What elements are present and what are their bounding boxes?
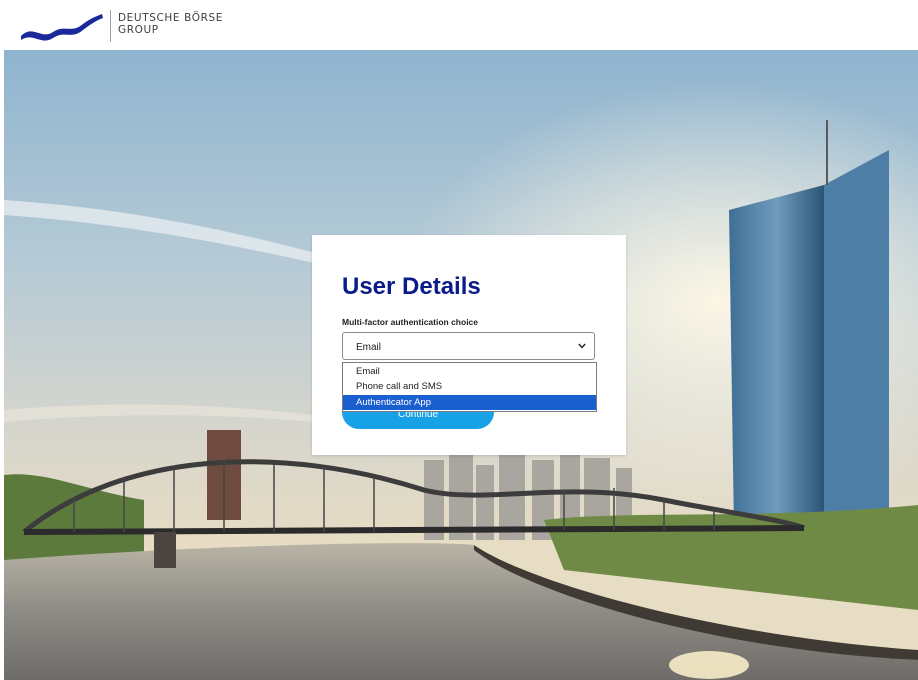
brand-name: DEUTSCHE BÖRSE GROUP [118, 12, 223, 36]
user-details-card: User Details Multi-factor authentication… [312, 235, 626, 455]
brand-line-2: GROUP [118, 24, 159, 36]
brand-line-1: DEUTSCHE BÖRSE [118, 12, 223, 24]
chevron-down-icon [578, 343, 586, 349]
option-email[interactable]: Email [343, 364, 596, 379]
mfa-selected-value: Email [356, 342, 382, 353]
option-authenticator-app[interactable]: Authenticator App [343, 395, 596, 410]
deutsche-boerse-logo-icon[interactable] [19, 10, 103, 44]
mfa-choice-label: Multi-factor authentication choice [342, 317, 479, 327]
mfa-choice-select[interactable]: Email [342, 332, 595, 360]
site-header: DEUTSCHE BÖRSE GROUP [0, 0, 918, 50]
logo-divider [110, 10, 111, 42]
option-phone-call-sms[interactable]: Phone call and SMS [343, 379, 596, 394]
page-title: User Details [342, 273, 481, 300]
mfa-options-dropdown: Email Phone call and SMS Authenticator A… [342, 362, 597, 412]
